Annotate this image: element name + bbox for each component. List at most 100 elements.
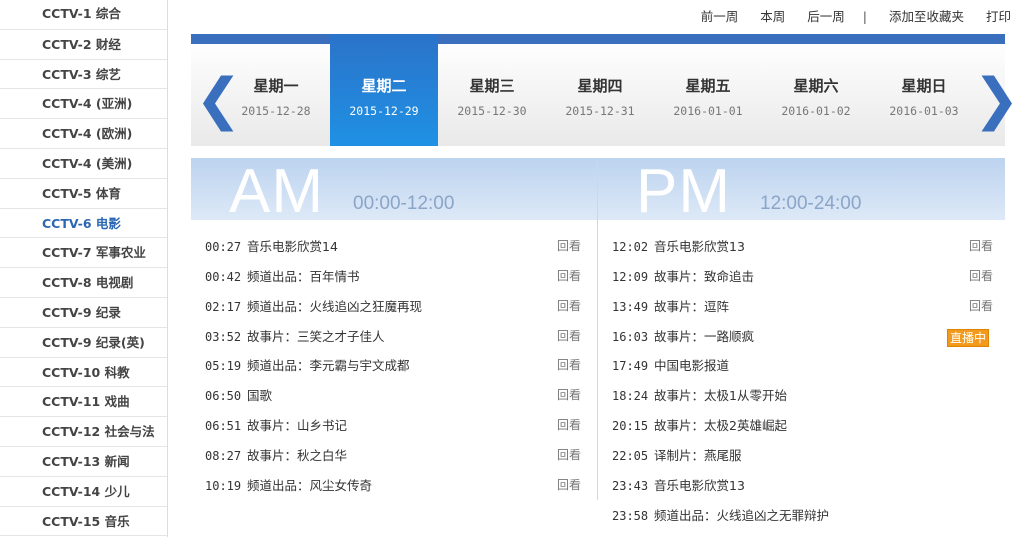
program-title: 频道出品：李元霸与宇文成都 (247, 358, 410, 374)
day-date: 2016-01-02 (781, 104, 851, 118)
week-selector: ❮ 星期一 2015-12-28 星期二 2015-12-29 星期三 2015-12-3… (191, 34, 1020, 146)
program-title: 频道出品：火线追凶之无罪辩护 (654, 507, 830, 523)
sidebar-item-channel[interactable]: CCTV-4 (美洲) (0, 148, 167, 179)
sidebar-item-channel[interactable]: CCTV-6 电影 (0, 208, 167, 239)
sidebar-item-channel[interactable]: CCTV-9 纪录(英) (0, 327, 167, 358)
top-links: 前一周 本周 后一周 | 添加至收藏夹 打印 (683, 6, 1011, 24)
day-name: 星期日 (901, 77, 947, 95)
program-time: 12:09 (612, 269, 649, 284)
program-title: 音乐电影欣赏13 (654, 239, 745, 254)
channel-list: CCTV-1 综合 CCTV-2 财经 CCTV-3 综艺 CCTV-4 (亚洲) CC… (0, 0, 167, 537)
program-title: 中国电影报道 (654, 358, 730, 374)
program-title: 故事片：太极2英雄崛起 (654, 418, 787, 434)
print-link[interactable]: 打印 (986, 6, 1011, 25)
program-time: 18:24 (612, 389, 649, 404)
sidebar-item-channel[interactable]: CCTV-12 社会与法 (0, 417, 167, 447)
replay-link[interactable]: 回看 (557, 441, 581, 471)
day-date: 2015-12-31 (565, 104, 635, 118)
program-time: 10:19 (205, 478, 242, 493)
next-arrow-icon[interactable]: ❯ (973, 72, 1020, 132)
program-row: 03:52 故事片：三笑之才子佳人 回看 (191, 322, 591, 352)
day-tab[interactable]: 星期三 2015-12-30 (438, 34, 546, 146)
sidebar-item-channel[interactable]: CCTV-4 (欧洲) (0, 119, 167, 149)
program-title: 译制片：燕尾服 (654, 447, 742, 463)
am-label: AM (229, 158, 324, 220)
sidebar-item-channel[interactable]: CCTV-4 (亚洲) (0, 89, 167, 120)
replay-link[interactable]: 回看 (969, 292, 993, 322)
program-row: 20:15 故事片：太极2英雄崛起 (598, 411, 1003, 441)
day-name: 星期六 (793, 77, 839, 95)
sidebar-item-channel[interactable]: CCTV-2 财经 (0, 29, 167, 60)
prev-week-link[interactable]: 前一周 (701, 6, 739, 25)
replay-link[interactable]: 回看 (969, 232, 993, 262)
replay-link[interactable]: 回看 (557, 411, 581, 441)
day-name: 星期四 (577, 77, 623, 95)
sidebar-item-channel[interactable]: CCTV-3 综艺 (0, 59, 167, 90)
prev-arrow-icon[interactable]: ❮ (195, 72, 242, 132)
am-range: 00:00-12:00 (353, 193, 455, 214)
day-tab[interactable]: 星期四 2015-12-31 (546, 34, 654, 146)
program-time: 03:52 (205, 329, 242, 344)
program-time: 05:19 (205, 359, 242, 374)
program-time: 02:17 (205, 299, 242, 314)
program-title: 故事片：一路顺疯 (654, 328, 755, 344)
program-title: 频道出品：百年情书 (247, 268, 360, 284)
this-week-link[interactable]: 本周 (760, 6, 785, 25)
program-row: 23:43 音乐电影欣赏13 (598, 471, 1003, 501)
pm-header: PM 12:00-24:00 (598, 158, 1005, 220)
day-name: 星期五 (685, 77, 731, 95)
replay-link[interactable]: 回看 (557, 262, 581, 292)
program-row: 22:05 译制片：燕尾服 (598, 441, 1003, 471)
sidebar-item-channel[interactable]: CCTV-9 纪录 (0, 297, 167, 328)
bookmark-link[interactable]: 添加至收藏夹 (889, 6, 964, 25)
program-title: 故事片：太极1从零开始 (654, 388, 787, 404)
program-row: 06:51 故事片：山乡书记 回看 (191, 411, 591, 441)
sidebar-item-channel[interactable]: CCTV-11 戏曲 (0, 387, 167, 418)
replay-link[interactable]: 回看 (557, 381, 581, 411)
day-tab[interactable]: 星期一 2015-12-28 (222, 34, 330, 146)
replay-link[interactable]: 回看 (969, 262, 993, 292)
program-row: 12:09 故事片：致命追击 回看 (598, 262, 1003, 292)
sidebar-item-channel[interactable]: CCTV-5 体育 (0, 178, 167, 209)
program-row: 10:19 频道出品：风尘女传奇 回看 (191, 471, 591, 501)
day-date: 2016-01-03 (889, 104, 959, 118)
program-title: 故事片：逗阵 (654, 298, 730, 314)
replay-link[interactable]: 回看 (557, 351, 581, 381)
day-tab[interactable]: 星期日 2016-01-03 (870, 34, 978, 146)
day-tab[interactable]: 星期五 2016-01-01 (654, 34, 762, 146)
replay-link[interactable]: 回看 (557, 322, 581, 352)
day-name: 星期三 (469, 77, 515, 95)
program-title: 频道出品：火线追凶之狂魔再现 (247, 298, 423, 314)
day-name: 星期二 (361, 77, 407, 95)
program-row: 02:17 频道出品：火线追凶之狂魔再现 回看 (191, 292, 591, 322)
day-tab[interactable]: 星期六 2016-01-02 (762, 34, 870, 146)
link-separator: | (862, 9, 867, 24)
replay-link[interactable]: 回看 (557, 232, 581, 262)
program-time: 22:05 (612, 448, 649, 463)
sidebar-item-channel[interactable]: CCTV-7 军事农业 (0, 238, 167, 269)
sidebar-item-channel[interactable]: CCTV-10 科教 (0, 357, 167, 388)
sidebar-item-channel[interactable]: CCTV-1 综合 (0, 0, 167, 30)
replay-link[interactable]: 回看 (557, 471, 581, 501)
sidebar-item-channel[interactable]: CCTV-14 少儿 (0, 476, 167, 507)
program-row: 06:50 国歌 回看 (191, 381, 591, 411)
am-program-list: 00:27 音乐电影欣赏14 回看 00:42 频道出品：百年情书 回看 02:17 频道出品… (191, 232, 591, 501)
live-badge[interactable]: 直播中 (946, 328, 989, 347)
program-row: 08:27 故事片：秋之白华 回看 (191, 441, 591, 471)
replay-link[interactable]: 回看 (557, 292, 581, 322)
sidebar-item-channel[interactable]: CCTV-8 电视剧 (0, 268, 167, 298)
day-tab[interactable]: 星期二 2015-12-29 (330, 34, 438, 146)
next-week-link[interactable]: 后一周 (807, 6, 845, 25)
day-date: 2015-12-30 (457, 104, 527, 118)
sidebar-item-channel[interactable]: CCTV-15 音乐 (0, 506, 167, 537)
sidebar-item-channel[interactable]: CCTV-13 新闻 (0, 446, 167, 477)
program-row: 13:49 故事片：逗阵 回看 (598, 292, 1003, 322)
program-title: 故事片：三笑之才子佳人 (247, 328, 385, 344)
program-time: 08:27 (205, 448, 242, 463)
program-time: 23:43 (612, 478, 649, 493)
program-title: 音乐电影欣赏13 (654, 477, 745, 493)
pm-label: PM (636, 158, 731, 220)
program-time: 00:27 (205, 240, 242, 254)
am-header: AM 00:00-12:00 (191, 158, 597, 220)
program-row: 23:58 频道出品：火线追凶之无罪辩护 (598, 501, 1003, 531)
